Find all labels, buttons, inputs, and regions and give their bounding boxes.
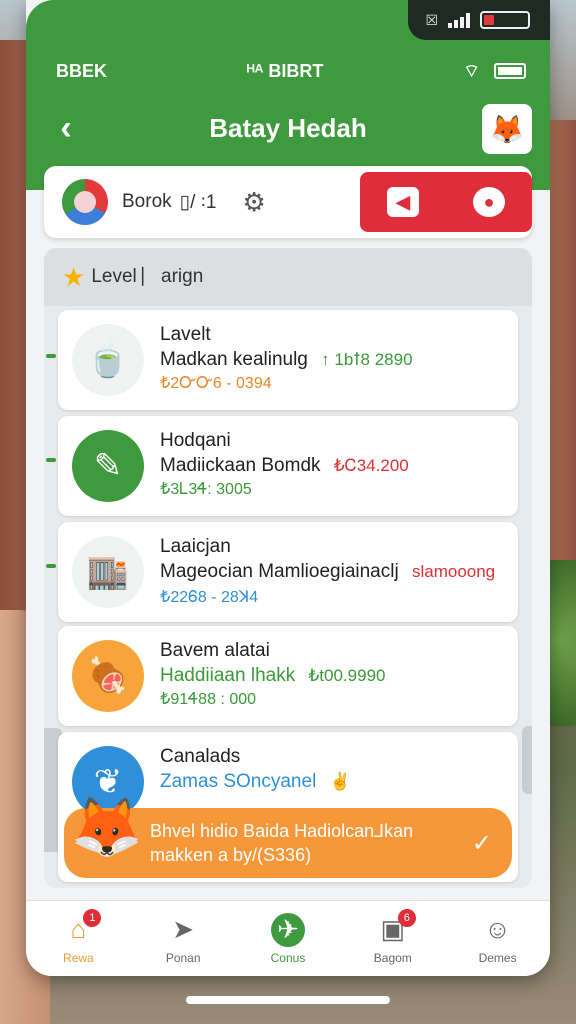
card-amount: ₺t00.9990: [308, 666, 386, 685]
card-amount: slamooong: [411, 562, 496, 581]
card-line: Madkan kealinulg ↑ 1bꝉ8 2890: [160, 349, 413, 371]
nav-item-conus[interactable]: ✈ Conus: [243, 912, 333, 965]
nav-item-bagom[interactable]: ▣ 6 Bagom: [348, 908, 438, 965]
toolbar-card: Borok ▯/ ꞉1 ⚙ ◀ ●: [44, 166, 532, 238]
food-icon: 🍖: [72, 640, 144, 712]
gear-icon[interactable]: ⚙: [243, 187, 266, 218]
tea-cup-icon: 🍵: [72, 324, 144, 396]
fox-mascot-icon: 🦊: [70, 795, 144, 860]
nav-label: Conus: [270, 950, 306, 965]
notification-badge: 6: [397, 908, 416, 927]
send-icon: ➤: [172, 914, 195, 944]
promo-text: Bhvel hidio Baida Hadiolcan⅃kan makken a…: [150, 819, 472, 867]
card-description: Madiickaan Bomdk: [160, 455, 321, 476]
timeline-marker: [46, 354, 56, 358]
card-title: Canalads: [160, 746, 241, 767]
emoji-icon: ✌: [329, 772, 351, 791]
nav-label: Bagom: [373, 950, 412, 965]
phone-screen: ☒ BBEK ᴴᴬ BIBRT ⌔ ‹ Batay Hedah 🦊 Borok …: [26, 0, 550, 976]
megaphone-icon[interactable]: ◀: [387, 187, 419, 217]
notch-icon: ☒: [425, 11, 438, 28]
card-title: Bavem alatai: [160, 640, 270, 661]
notification-badge: 1: [83, 908, 102, 927]
carrier-label: BBEK: [56, 60, 108, 81]
bottom-nav: ⌂ 1 Rewa ➤ Ponan ✈ Conus ▣ 6 Bagom ☺ Dem…: [26, 900, 550, 976]
star-icon: ★: [62, 261, 86, 292]
card-code: ₺22Ꮾ8 - 28ꓘ4: [160, 589, 259, 606]
profile-icon: ☺: [484, 914, 511, 944]
level-list-panel: ★ Level ⎸arign 🍵 Lavelt Madkan kealinulg…: [44, 248, 532, 888]
fox-avatar-icon: 🦊: [489, 113, 525, 145]
card-amount: ↑ 1bꝉ8 2890: [321, 350, 413, 369]
nav-label: Rewa: [63, 950, 94, 965]
page-title: Batay Hedah: [209, 112, 367, 143]
nav-label: Demes: [478, 950, 517, 965]
check-icon[interactable]: ✓: [472, 829, 492, 858]
timeline-marker: [46, 564, 56, 568]
plane-icon: ✈: [270, 912, 305, 947]
nav-item-ponan[interactable]: ➤ Ponan: [138, 913, 228, 965]
chat-bubble-icon[interactable]: ●: [473, 187, 505, 217]
list-item[interactable]: ✎ Hodqani Madiickaan Bomdk ₺Ꮯ34.200 ₺3Ꮮ3…: [58, 416, 518, 516]
card-line: Mageocian Mamlioegiainaclj slamooong: [160, 561, 495, 583]
nav-item-demes[interactable]: ☺ Demes: [453, 913, 543, 965]
battery-full-icon: [494, 63, 526, 79]
toolbar-label: Borok: [122, 191, 172, 212]
card-title: Hodqani: [160, 430, 231, 451]
signal-icon: [448, 12, 470, 28]
wifi-icon: ⌔: [463, 60, 480, 81]
list-item[interactable]: 🍖 Bavem alatai Haddiiaan lhakk ₺t00.9990…: [58, 626, 518, 726]
chevron-left-icon: ‹: [60, 109, 72, 147]
shop-building-icon: 🏬: [72, 536, 144, 608]
level-header: ★ Level ⎸arign: [44, 248, 532, 306]
card-description: Zamas SOncyanel: [160, 771, 317, 792]
card-code: ₺3Ꮮ3Ꮞ: 3005: [160, 481, 252, 498]
status-center-label: ᴴᴬ BIBRT: [246, 60, 324, 81]
card-code: ₺2ᏅᏅ6 - 0394: [160, 375, 272, 392]
app-logo-icon: [62, 179, 108, 225]
card-description: Mageocian Mamlioegiainaclj: [160, 561, 399, 582]
home-indicator[interactable]: [186, 996, 390, 1004]
nav-item-rewa[interactable]: ⌂ 1 Rewa: [33, 908, 123, 965]
timeline-marker: [46, 458, 56, 462]
card-line: Madiickaan Bomdk ₺Ꮯ34.200: [160, 455, 409, 477]
action-block: ◀ ●: [360, 172, 532, 232]
title-bar: ‹ Batay Hedah 🦊: [26, 100, 550, 156]
promo-banner[interactable]: 🦊 Bhvel hidio Baida Hadiolcan⅃kan makken…: [64, 795, 512, 878]
card-description: Haddiiaan lhakk: [160, 665, 296, 686]
promo-line-2: makken a by/(S336): [150, 845, 312, 865]
card-title: Lavelt: [160, 324, 211, 345]
card-line: Zamas SOncyanel ✌: [160, 771, 351, 793]
back-button[interactable]: ‹: [48, 108, 84, 148]
toolbar-counter: ▯/ ꞉1: [179, 191, 217, 213]
promo-line-1: Bhvel hidio Baida Hadiolcan⅃kan: [150, 821, 414, 841]
list-item[interactable]: 🏬 Laaicjan Mageocian Mamlioegiainaclj sl…: [58, 522, 518, 622]
card-line: Haddiiaan lhakk ₺t00.9990: [160, 665, 385, 687]
status-notch: ☒: [408, 0, 550, 40]
card-description: Madkan kealinulg: [160, 349, 308, 370]
nav-label: Ponan: [165, 950, 201, 965]
card-amount: ₺Ꮯ34.200: [333, 456, 409, 475]
battery-icon: [480, 11, 530, 29]
card-title: Laaicjan: [160, 536, 231, 557]
status-bar: BBEK ᴴᴬ BIBRT ⌔: [56, 60, 526, 82]
card-code: ₺91Ꮞ88 : 000: [160, 691, 257, 708]
avatar-button[interactable]: 🦊: [482, 104, 532, 154]
list-item[interactable]: 🍵 Lavelt Madkan kealinulg ↑ 1bꝉ8 2890 ₺2…: [58, 310, 518, 410]
edit-square-icon: ✎: [72, 430, 144, 502]
level-title: Level ⎸arign: [91, 266, 204, 287]
app-header: ☒ BBEK ᴴᴬ BIBRT ⌔ ‹ Batay Hedah 🦊: [26, 0, 550, 190]
right-scroll-handle[interactable]: [522, 726, 532, 794]
